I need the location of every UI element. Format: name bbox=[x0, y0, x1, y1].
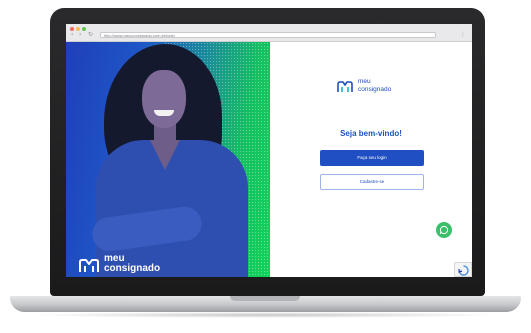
browser-toolbar: ‹ › ↻ http://www.meuconsignado.com.br/lo… bbox=[66, 24, 472, 42]
laptop-screen: ‹ › ↻ http://www.meuconsignado.com.br/lo… bbox=[66, 24, 472, 277]
register-button[interactable]: Cadastre-se bbox=[320, 174, 424, 190]
forward-arrow-icon[interactable]: › bbox=[79, 32, 81, 38]
brand-line1: meu bbox=[358, 78, 371, 85]
person-face bbox=[142, 70, 186, 128]
welcome-heading: Seja bem-vindo! bbox=[340, 129, 402, 138]
address-bar[interactable]: http://www.meuconsignado.com.br/login bbox=[100, 32, 436, 38]
brand-line2: consignado bbox=[358, 86, 392, 93]
recaptcha-badge[interactable] bbox=[454, 262, 472, 277]
brand-text: meu consignado bbox=[358, 78, 391, 94]
person-smile bbox=[154, 110, 174, 116]
laptop-notch bbox=[230, 296, 300, 301]
meu-consignado-logo-icon bbox=[79, 259, 99, 272]
login-button[interactable]: Faça seu login bbox=[320, 150, 424, 166]
meu-consignado-logo-icon bbox=[337, 81, 353, 92]
reload-icon[interactable]: ↻ bbox=[88, 32, 93, 38]
browser-menu-icon[interactable]: ⋮ bbox=[460, 32, 466, 38]
whatsapp-chat-button[interactable] bbox=[436, 222, 452, 238]
laptop-shadow bbox=[26, 312, 505, 318]
promo-logo-line2: consignado bbox=[104, 263, 161, 274]
promo-logo-text: meu consignado bbox=[104, 254, 160, 274]
promo-panel: meu consignado bbox=[66, 42, 270, 277]
recaptcha-icon bbox=[458, 265, 469, 276]
back-arrow-icon[interactable]: ‹ bbox=[71, 32, 73, 38]
whatsapp-icon bbox=[439, 225, 449, 235]
maximize-window-button[interactable] bbox=[82, 27, 86, 31]
login-panel: meu consignado Seja bem-vindo! Faça seu … bbox=[270, 42, 472, 277]
brand-logo: meu consignado bbox=[336, 78, 416, 102]
